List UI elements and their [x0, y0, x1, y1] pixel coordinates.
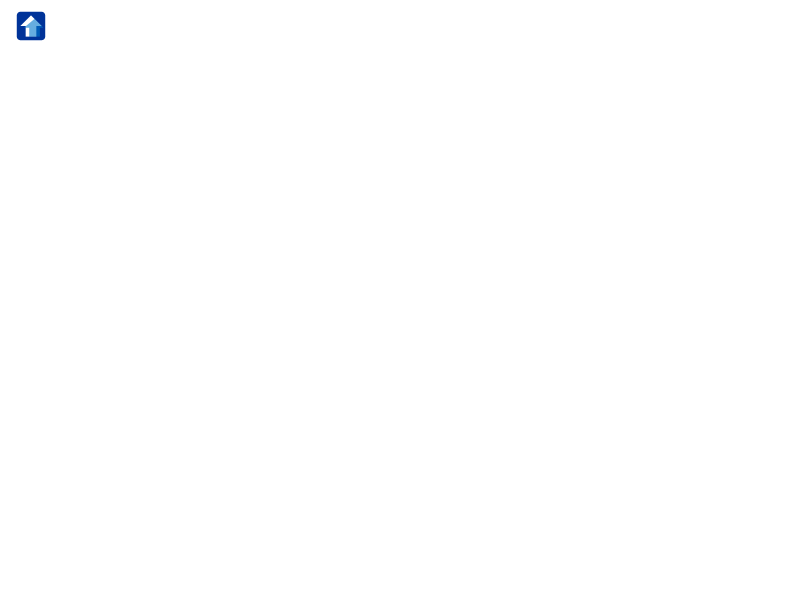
- logo-icon: [15, 10, 47, 42]
- logo: [15, 10, 51, 42]
- page-header: [15, 10, 777, 42]
